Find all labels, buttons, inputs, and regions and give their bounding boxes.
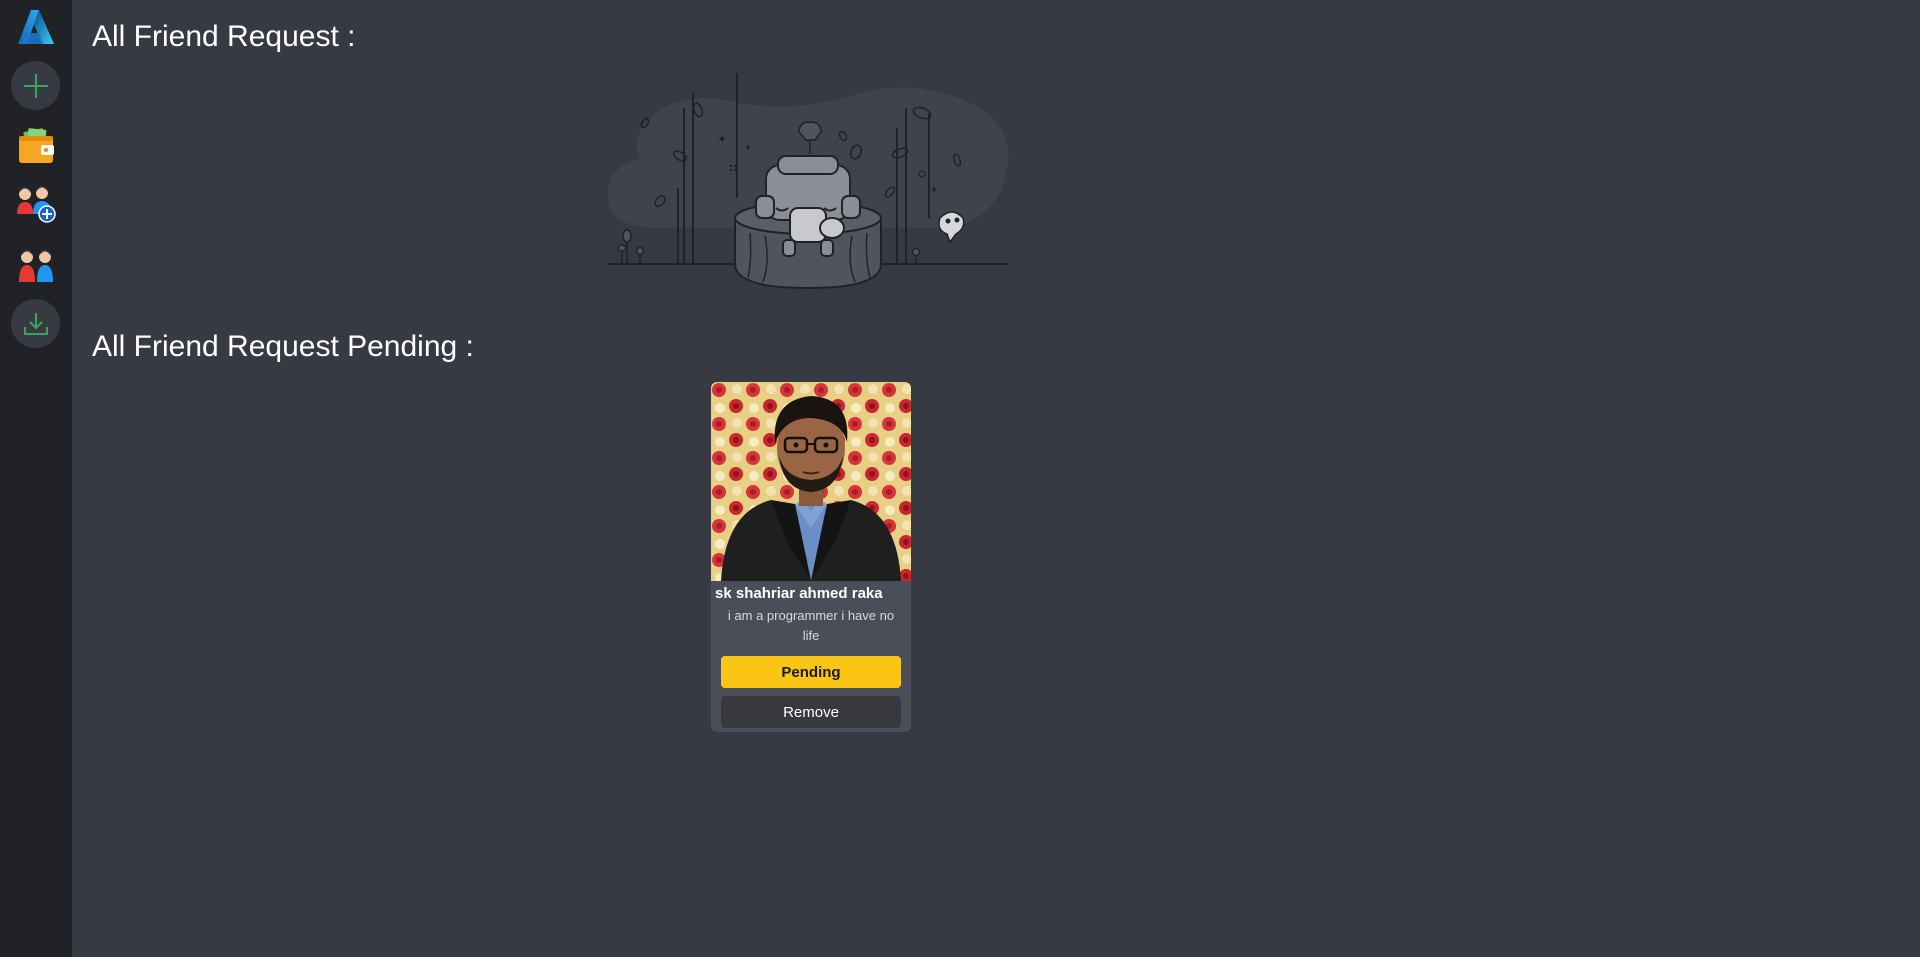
add-friend-button[interactable] [11, 179, 60, 228]
friend-requests-heading: All Friend Request : [92, 20, 356, 53]
request-name: sk shahriar ahmed raka [715, 585, 883, 602]
profile-photo [711, 382, 911, 581]
svg-text:✦: ✦ [717, 132, 727, 146]
add-friend-icon [16, 185, 56, 223]
svg-text:·: · [626, 147, 629, 158]
remove-button[interactable]: Remove [721, 696, 901, 728]
pending-button[interactable]: Pending [721, 656, 901, 688]
sidebar [0, 0, 72, 957]
empty-state-illustration: ✦ ✦ ✦ · [607, 73, 1009, 290]
wallet-button[interactable] [11, 122, 60, 171]
pending-requests-heading: All Friend Request Pending : [92, 330, 474, 363]
friends-icon [18, 249, 53, 282]
plus-icon [23, 73, 48, 98]
pending-request-card: sk shahriar ahmed raka i am a programmer… [711, 382, 911, 732]
add-server-button[interactable] [11, 61, 60, 110]
main-content: All Friend Request : ✦ ✦ ✦ · All Friend … [72, 0, 1920, 957]
request-bio: i am a programmer i have no life [727, 608, 895, 643]
svg-text:✦: ✦ [744, 143, 752, 154]
download-button[interactable] [11, 299, 60, 348]
friends-button[interactable] [11, 241, 60, 290]
app-logo[interactable] [11, 2, 60, 51]
app-logo-icon [17, 9, 54, 44]
svg-text:✦: ✦ [930, 185, 938, 196]
download-icon [23, 312, 48, 335]
wallet-icon [18, 127, 54, 163]
